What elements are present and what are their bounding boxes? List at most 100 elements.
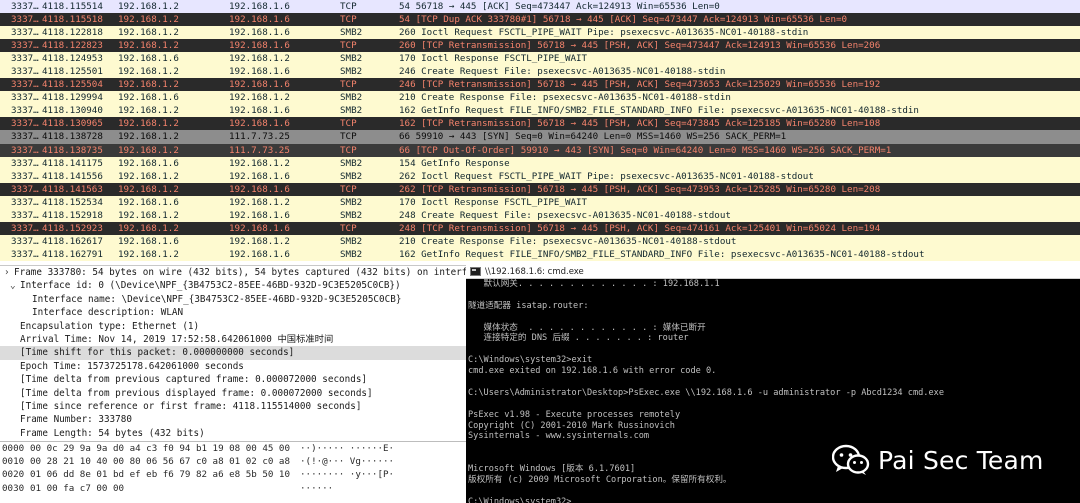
packet-number: 3337… [11,1,39,12]
packet-protocol: SMB2 [340,170,363,182]
packet-destination: 192.168.1.6 [229,183,290,195]
detail-text: Frame 333780: 54 bytes on wire (432 bits… [14,267,466,278]
packet-protocol: SMB2 [340,53,363,65]
packet-info: 162 GetInfo Request FILE_INFO/SMB2_FILE_… [399,105,919,117]
packet-row[interactable]: 3337… 4118.125501 192.168.1.2 192.168.1.6 SM… [0,65,1080,79]
packet-destination: 192.168.1.6 [229,14,290,26]
console-line: 默认网关. . . . . . . . . . . . . : 192.168.… [468,279,720,289]
packet-info: 54 [TCP Dup ACK 333780#1] 56718 → 445 [A… [399,14,848,26]
hex-line[interactable]: 0010 00 28 21 10 40 00 80 06 56 67 c0 a8 … [0,455,466,468]
packet-time: 4118.138735 [42,144,103,156]
hex-ascii: ·(!·@··· Vg······ [300,456,395,468]
packet-destination: 192.168.1.2 [229,157,290,169]
detail-text: Interface description: WLAN [32,307,184,319]
packet-row[interactable]: 3337… 4118.141556 192.168.1.2 192.168.1.6 SM… [0,169,1080,183]
detail-line[interactable]: Frame Number: 333780 [0,413,466,426]
packet-number: 3337… [11,170,39,182]
packet-row[interactable]: 3337… 4118.152923 192.168.1.2 192.168.1.6 TC… [0,221,1080,235]
packet-row[interactable]: 3337… 4118.141175 192.168.1.6 192.168.1.2 SM… [0,156,1080,170]
packet-row[interactable]: 3337… 4118.122823 192.168.1.2 192.168.1.6 TC… [0,39,1080,53]
packet-row[interactable]: 3337… 4118.152918 192.168.1.2 192.168.1.6 SM… [0,208,1080,222]
detail-line[interactable]: [Time since reference or first frame: 41… [0,400,466,413]
packet-number: 3337… [11,53,39,65]
packet-time: 4118.162617 [42,235,103,247]
hex-line[interactable]: 0020 01 06 dd 8e 01 bd ef eb f6 79 82 a6 … [0,468,466,481]
packet-time: 4118.141556 [42,170,103,182]
packet-row[interactable]: 3337… 4118.138728 192.168.1.2 111.7.73.25 TC… [0,130,1080,144]
expand-toggle-icon[interactable]: › [4,266,14,279]
detail-text: Interface name: \Device\NPF_{3B4753C2-85… [32,293,402,305]
packet-row[interactable]: 3337… 4118.115514 192.168.1.2 192.168.1.6 TC… [0,0,1080,14]
detail-line[interactable]: Interface description: WLAN [0,306,466,319]
hex-line[interactable]: 0000 00 0c 29 9a 9a d0 a4 c3 f0 94 b1 19 … [0,442,466,455]
detail-line[interactable]: Epoch Time: 1573725178.642061000 seconds [0,360,466,373]
packet-time: 4118.152918 [42,209,103,221]
hex-offset: 0010 [2,456,25,468]
hex-offset: 0030 [2,482,25,494]
packet-number: 3337… [11,222,39,234]
detail-line[interactable]: [Time delta from previous captured frame… [0,373,466,386]
packet-protocol: SMB2 [340,66,363,78]
packet-bytes-pane[interactable]: 0000 00 0c 29 9a 9a d0 a4 c3 f0 94 b1 19 … [0,441,466,503]
packet-row[interactable]: 3337… 4118.125504 192.168.1.2 192.168.1.6 TC… [0,78,1080,92]
packet-info: 66 59910 → 443 [SYN] Seq=0 Win=64240 Len… [399,131,787,143]
detail-line[interactable]: Arrival Time: Nov 14, 2019 17:52:58.6420… [0,333,466,346]
detail-line[interactable]: [Time delta from previous displayed fram… [0,387,466,400]
packet-protocol: SMB2 [340,248,363,260]
packet-source: 192.168.1.2 [118,118,179,130]
packet-row[interactable]: 3337… 4118.115518 192.168.1.2 192.168.1.6 TC… [0,13,1080,27]
console-line: 媒体状态 . . . . . . . . . . . . : 媒体已断开 [468,322,706,333]
expand-toggle-icon[interactable]: ⌄ [10,279,20,292]
packet-row[interactable]: 3337… 4118.130940 192.168.1.2 192.168.1.6 SM… [0,104,1080,118]
hex-ascii: ······ [300,482,334,494]
packet-protocol: SMB2 [340,105,363,117]
packet-destination: 192.168.1.6 [229,209,290,221]
packet-row[interactable]: 3337… 4118.141563 192.168.1.2 192.168.1.6 TC… [0,182,1080,196]
detail-line[interactable]: ⌄ Interface id: 0 (\Device\NPF_{3B4753C2-… [0,279,466,292]
cmd-icon [470,267,481,276]
packet-source: 192.168.1.2 [118,66,179,78]
cmd-titlebar[interactable]: \\192.168.1.6: cmd.exe [466,265,1080,279]
console-line: 隧道适配器 isatap.router: [468,300,589,311]
detail-text: [Time delta from previous captured frame… [20,374,368,386]
detail-line[interactable]: Frame Length: 54 bytes (432 bits) [0,427,466,440]
packet-destination: 192.168.1.6 [229,79,290,91]
packet-row[interactable]: 3337… 4118.152534 192.168.1.6 192.168.1.2 SM… [0,195,1080,209]
detail-text: [Time delta from previous displayed fram… [20,387,373,399]
packet-source: 192.168.1.6 [118,157,179,169]
packet-details-pane[interactable]: › Frame 333780: 54 bytes on wire (432 bit… [0,265,466,441]
packet-source: 192.168.1.6 [118,235,179,247]
wechat-icon [832,444,870,475]
packet-row[interactable]: 3337… 4118.124953 192.168.1.6 192.168.1.2 SM… [0,52,1080,66]
packet-row[interactable]: 3337… 4118.130965 192.168.1.2 192.168.1.6 TC… [0,117,1080,131]
packet-info: 162 GetInfo Request FILE_INFO/SMB2_FILE_… [399,248,925,260]
console-line: C:\Windows\system32> [468,496,572,503]
packet-time: 4118.162791 [42,248,103,260]
hex-line[interactable]: 0030 01 00 fa c7 00 00 ······ [0,482,466,495]
packet-list[interactable]: 3337… 4118.115514 192.168.1.2 192.168.1.6 TC… [0,0,1080,265]
packet-protocol: TCP [340,14,357,26]
packet-time: 4118.124953 [42,53,103,65]
detail-line[interactable]: Encapsulation type: Ethernet (1) [0,320,466,333]
detail-line[interactable]: › Frame 333780: 54 bytes on wire (432 bit… [0,266,466,279]
packet-destination: 192.168.1.6 [229,66,290,78]
packet-time: 4118.122818 [42,27,103,39]
packet-source: 192.168.1.2 [118,248,179,260]
packet-row[interactable]: 3337… 4118.138735 192.168.1.2 111.7.73.25 TC… [0,143,1080,157]
detail-text: [Time since reference or first frame: 41… [20,400,362,412]
packet-destination: 192.168.1.6 [229,222,290,234]
packet-time: 4118.122823 [42,40,103,52]
packet-row[interactable]: 3337… 4118.122818 192.168.1.2 192.168.1.6 SM… [0,26,1080,40]
packet-row[interactable]: 3337… 4118.129994 192.168.1.6 192.168.1.2 SM… [0,91,1080,105]
packet-row[interactable]: 3337… 4118.162617 192.168.1.6 192.168.1.2 SM… [0,234,1080,248]
detail-line[interactable]: Interface name: \Device\NPF_{3B4753C2-85… [0,293,466,306]
detail-line[interactable]: [Time shift for this packet: 0.000000000… [0,346,466,360]
packet-row[interactable]: 3337… 4118.162791 192.168.1.2 192.168.1.6 SM… [0,247,1080,261]
detail-text: Frame Length: 54 bytes (432 bits) [20,427,205,439]
hex-bytes: 00 0c 29 9a 9a d0 a4 c3 f0 94 b1 19 08 0… [30,443,290,454]
packet-source: 192.168.1.2 [118,222,179,234]
packet-time: 4118.152923 [42,222,103,234]
